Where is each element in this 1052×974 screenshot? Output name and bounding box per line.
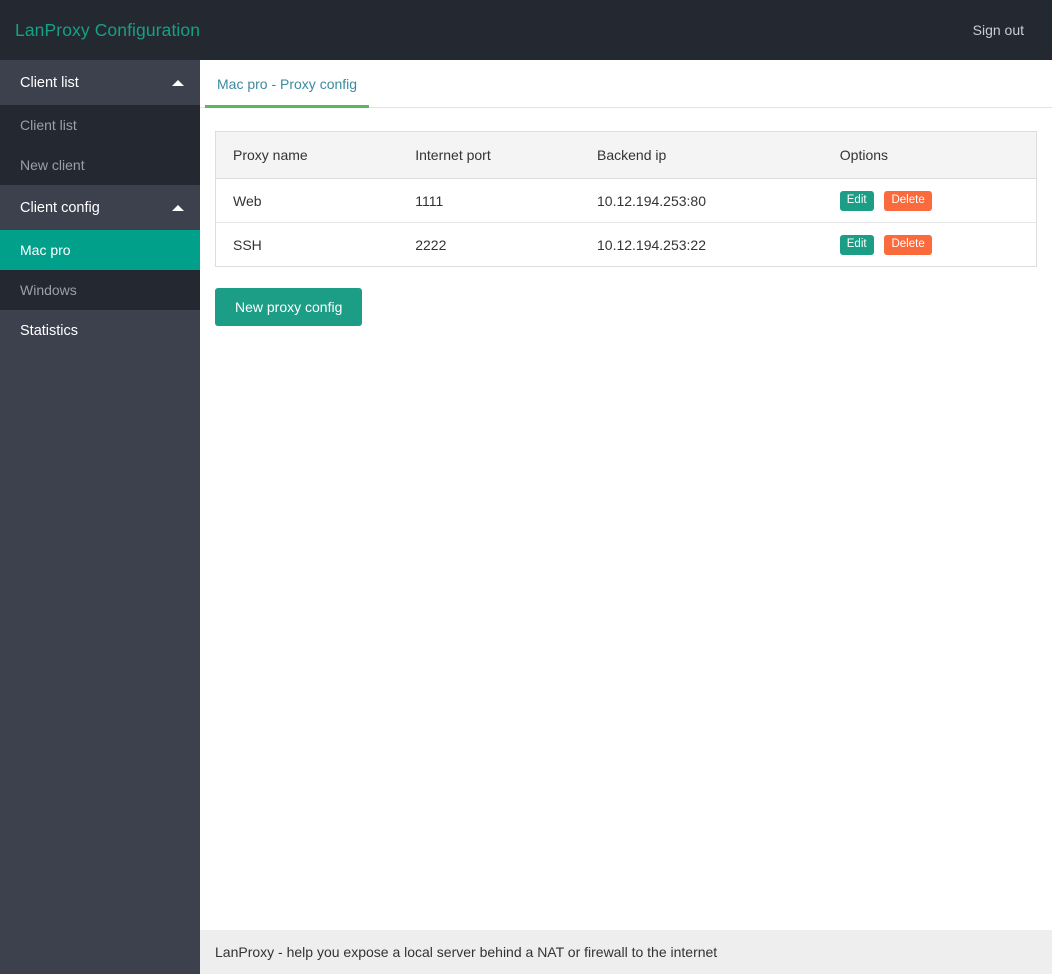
table-body: Web 1111 10.12.194.253:80 Edit Delete SS… <box>215 179 1037 267</box>
table-header: Proxy name Internet port Backend ip Opti… <box>215 131 1037 179</box>
sidebar-item-label: Mac pro <box>20 242 71 258</box>
sidebar-item-label: Windows <box>20 282 77 298</box>
column-header-proxy-name: Proxy name <box>215 131 399 179</box>
sidebar-submenu-client-config: Mac pro Windows <box>0 230 200 310</box>
sidebar-item-statistics[interactable]: Statistics <box>0 310 200 352</box>
sidebar-group-client-list[interactable]: Client list <box>0 60 200 105</box>
proxy-config-table: Proxy name Internet port Backend ip Opti… <box>215 131 1037 267</box>
tab-bar: Mac pro - Proxy config <box>200 60 1052 108</box>
sidebar-item-client-list[interactable]: Client list <box>0 105 200 145</box>
cell-backend-ip: 10.12.194.253:22 <box>580 222 823 267</box>
cell-proxy-name: Web <box>233 192 262 209</box>
main-content: Mac pro - Proxy config Proxy name Intern… <box>200 60 1052 930</box>
table-header-row: Proxy name Internet port Backend ip Opti… <box>215 131 1037 179</box>
sidebar-item-label: Client list <box>20 117 77 133</box>
app-brand-link[interactable]: LanProxy Configuration <box>0 20 200 41</box>
column-header-internet-port: Internet port <box>398 131 580 179</box>
delete-button[interactable]: Delete <box>884 191 932 211</box>
caret-up-icon <box>172 204 184 211</box>
column-header-backend-ip: Backend ip <box>580 131 823 179</box>
cell-internet-port: 2222 <box>398 222 580 267</box>
cell-options: Edit Delete <box>822 222 1037 267</box>
cell-proxy-name: SSH <box>215 222 399 267</box>
proxy-config-panel: Proxy name Internet port Backend ip Opti… <box>200 108 1052 326</box>
sidebar-group-label: Client config <box>20 199 100 216</box>
footer: LanProxy - help you expose a local serve… <box>200 930 1052 974</box>
cell-internet-port: 1111 <box>415 192 444 209</box>
delete-button[interactable]: Delete <box>884 235 932 255</box>
table-row: SSH 2222 10.12.194.253:22 Edit Delete <box>215 222 1037 267</box>
table-row: Web 1111 10.12.194.253:80 Edit Delete <box>216 179 1037 223</box>
sidebar-item-windows[interactable]: Windows <box>0 270 200 310</box>
column-header-options: Options <box>822 131 1037 179</box>
sidebar: Client list Client list New client Clien… <box>0 60 200 974</box>
sidebar-group-client-config[interactable]: Client config <box>0 185 200 230</box>
sign-out-link[interactable]: Sign out <box>973 22 1052 38</box>
sidebar-item-label: New client <box>20 157 85 173</box>
top-navbar: LanProxy Configuration Sign out <box>0 0 1052 60</box>
new-proxy-config-button[interactable]: New proxy config <box>215 288 363 326</box>
cell-backend-ip: 10.12.194.253:80 <box>597 192 706 209</box>
sidebar-item-mac-pro[interactable]: Mac pro <box>0 230 200 270</box>
caret-up-icon <box>172 79 184 86</box>
edit-button[interactable]: Edit <box>839 235 874 255</box>
footer-text: LanProxy - help you expose a local serve… <box>215 944 718 960</box>
sidebar-submenu-client-list: Client list New client <box>0 105 200 185</box>
sidebar-item-new-client[interactable]: New client <box>0 145 200 185</box>
tab-mac-pro-proxy-config[interactable]: Mac pro - Proxy config <box>205 76 370 108</box>
cell-options: Edit Delete <box>823 179 1037 223</box>
sidebar-item-label: Statistics <box>20 323 79 339</box>
sidebar-group-label: Client list <box>20 74 79 91</box>
edit-button[interactable]: Edit <box>839 191 874 211</box>
